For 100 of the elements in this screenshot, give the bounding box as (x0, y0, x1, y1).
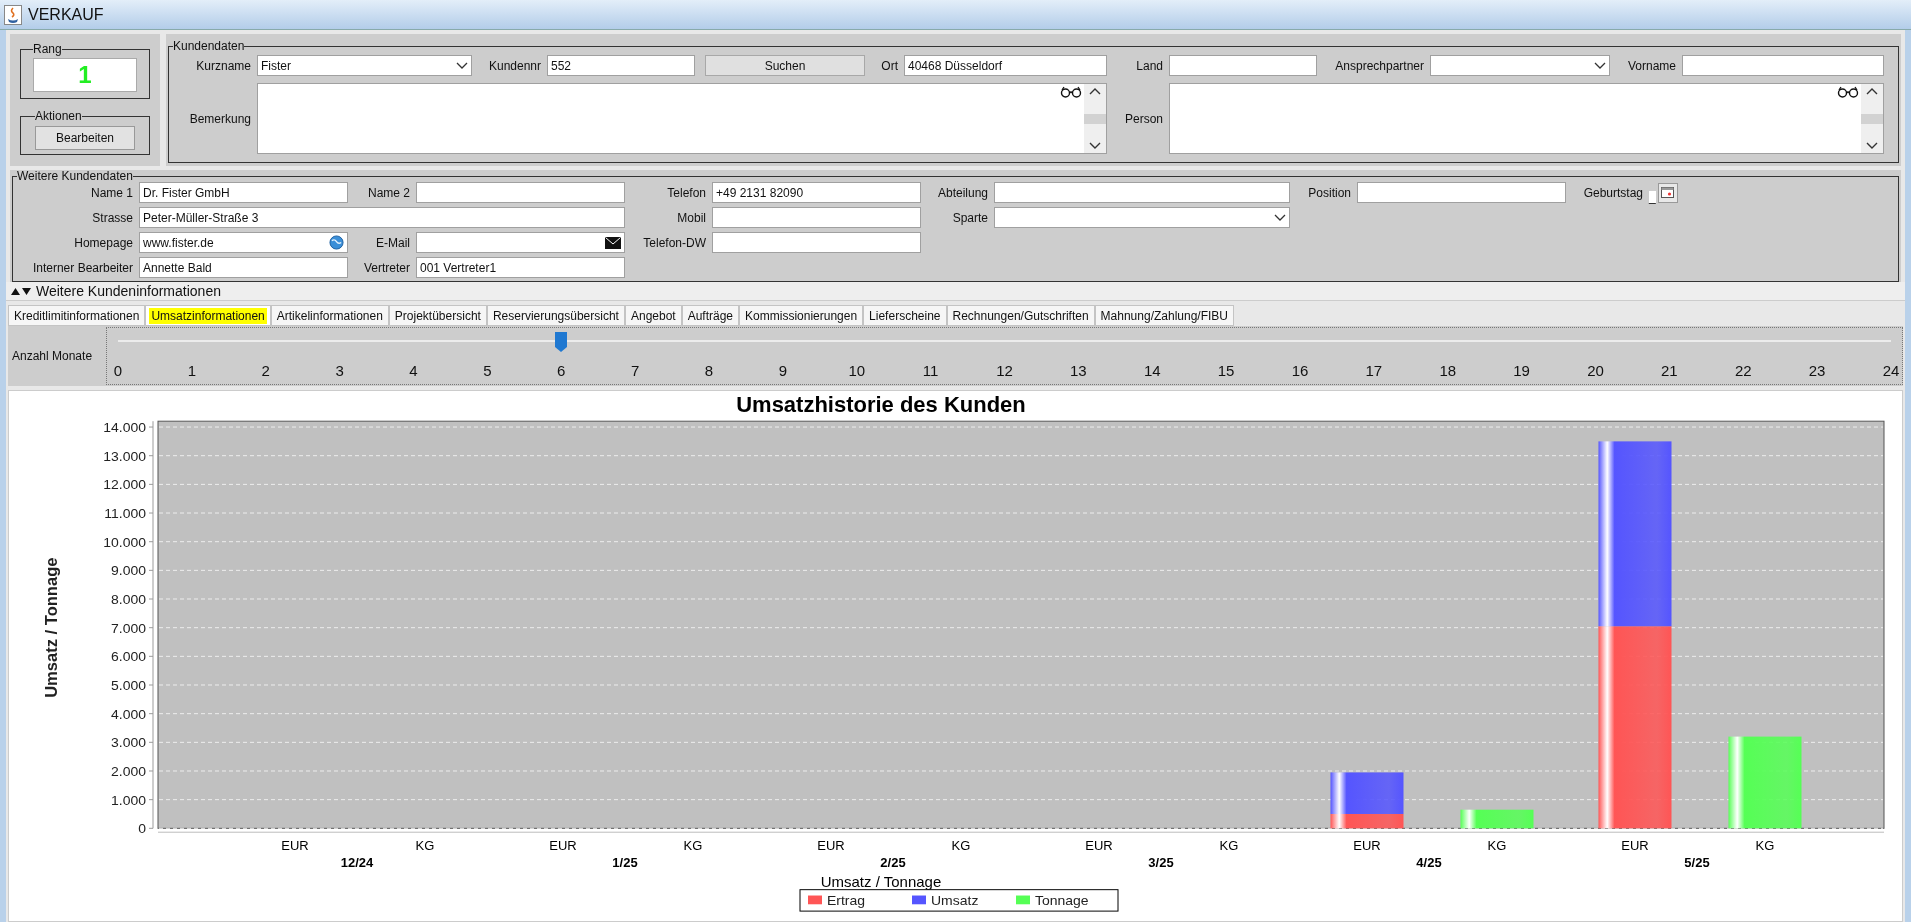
window-title: VERKAUF (28, 4, 104, 25)
scrollbar[interactable] (1861, 84, 1883, 153)
text-field[interactable] (712, 207, 921, 228)
text-field[interactable]: 001 Vertreter1 (416, 257, 625, 278)
group-label: 1/25 (612, 855, 638, 871)
text-field[interactable] (416, 182, 625, 203)
field-label: Kurzname (196, 57, 251, 75)
chevron-down-icon (1594, 61, 1606, 70)
rank-value: 1 (33, 58, 137, 92)
slider-tick-label: 10 (847, 360, 867, 381)
month-slider[interactable]: 0 1 2 3 4 5 6 7 8 9 10 11 12 13 14 15 16 17 18 19 20 21 22 23 24 (106, 327, 1903, 385)
group-title: Weitere Kundendaten (17, 170, 133, 182)
y-tick-label: 11.000 (104, 505, 146, 521)
text-field[interactable] (712, 232, 921, 253)
y-tick-label: 6.000 (111, 648, 146, 665)
section-toggle[interactable]: Weitere Kundeninformationen (6, 282, 1905, 301)
tab[interactable]: Umsatzinformationen (145, 305, 271, 326)
url-field[interactable]: www.fister.de (139, 232, 348, 253)
slider-tick-label: 8 (703, 360, 715, 381)
text-area[interactable] (257, 83, 1107, 154)
scrollbar-thumb[interactable] (1861, 113, 1883, 124)
chevron-down-icon (1089, 142, 1101, 150)
slider-tick-label: 17 (1364, 360, 1384, 381)
tab[interactable]: Lieferscheine (863, 305, 947, 326)
x-tick-label: KG (1755, 837, 1775, 853)
slider-tick-label: 20 (1586, 360, 1605, 381)
text-field[interactable] (1357, 182, 1566, 203)
chevron-up-icon (1089, 87, 1101, 95)
slider-tick-label: 2 (260, 360, 271, 381)
y-tick-label: 8.000 (111, 591, 146, 607)
chevron-up-icon (1866, 87, 1878, 95)
field-label: Sparte (952, 209, 988, 227)
group-title: Rang (33, 41, 62, 58)
text-field[interactable]: Peter-Müller-Straße 3 (139, 207, 625, 228)
group-title: Kundendaten (173, 38, 245, 55)
y-tick-label: 7.000 (111, 619, 146, 636)
edit-button[interactable]: Bearbeiten (35, 126, 135, 150)
text-field[interactable]: Dr. Fister GmbH (139, 182, 348, 203)
field-label: Homepage (74, 234, 133, 252)
calendar-button[interactable] (1657, 182, 1678, 203)
field-label: Ort (881, 57, 898, 75)
tab[interactable]: Angebot (624, 305, 682, 326)
field-label: Person (1124, 110, 1163, 128)
slider-tick-label: 5 (482, 360, 493, 381)
text-field[interactable] (1682, 55, 1884, 76)
text-field[interactable]: Annette Bald (139, 257, 348, 278)
field-label: E-Mail (376, 234, 410, 252)
legend-label: Umsatz (931, 892, 979, 909)
chevron-down-icon (1274, 213, 1286, 222)
slider-tick-label: 16 (1290, 360, 1310, 381)
text-area[interactable] (1169, 83, 1884, 154)
text-field[interactable]: +49 2131 82090 (712, 182, 921, 203)
x-tick-label: EUR (281, 837, 309, 853)
group-label: 3/25 (1148, 855, 1174, 871)
tab[interactable]: Aufträge (681, 305, 740, 326)
y-tick-label: 12.000 (103, 476, 146, 493)
y-tick-label: 10.000 (103, 533, 146, 550)
y-tick-label: 3.000 (111, 734, 146, 751)
text-field[interactable]: 552 (547, 55, 695, 76)
date-value: _ (1649, 190, 1656, 203)
slider-tick-label: 13 (1069, 360, 1088, 381)
dropdown-field[interactable] (994, 207, 1290, 228)
dropdown-field[interactable]: Fister (257, 55, 472, 76)
scrollbar-thumb[interactable] (1084, 113, 1106, 124)
legend-label: Tonnage (1035, 892, 1089, 909)
chevron-down-icon (456, 61, 468, 70)
tab[interactable]: Artikelinformationen (270, 305, 389, 326)
search-button[interactable]: Suchen (705, 55, 865, 76)
glasses-icon (1837, 86, 1859, 98)
text-field[interactable] (1169, 55, 1317, 76)
email-field[interactable] (416, 232, 625, 253)
y-tick-label: 2.000 (111, 763, 146, 779)
field-label: Ansprechpartner (1335, 57, 1424, 75)
x-tick-label: EUR (1085, 837, 1113, 853)
field-label: Telefon-DW (643, 234, 706, 252)
tab[interactable]: Kommissionierungen (739, 305, 864, 326)
tab[interactable]: Rechnungen/Gutschriften (946, 305, 1095, 326)
y-tick-label: 14.000 (103, 419, 146, 435)
slider-tick-label: 7 (629, 360, 641, 381)
legend-label: Ertrag (827, 892, 866, 909)
x-axis-title: Umsatz / Tonnage (820, 873, 942, 890)
field-label: Abteilung (937, 184, 988, 202)
tab[interactable]: Mahnung/Zahlung/FIBU (1094, 305, 1234, 326)
text-field[interactable]: 40468 Düsseldorf (904, 55, 1107, 76)
app-icon (4, 4, 22, 25)
slider-tick-label: 3 (334, 360, 345, 381)
tab[interactable]: Kreditlimitinformationen (8, 305, 146, 326)
slider-tick-label: 15 (1216, 360, 1236, 381)
scrollbar[interactable] (1084, 84, 1106, 153)
field-label: Mobil (677, 209, 706, 227)
dropdown-field[interactable] (1430, 55, 1610, 76)
field-label: Land (1136, 57, 1163, 75)
field-label: Name 1 (90, 184, 133, 202)
calendar-icon (1661, 187, 1675, 198)
text-field[interactable] (994, 182, 1290, 203)
y-axis-title: Umsatz / Tonnage (41, 557, 62, 698)
slider-thumb[interactable] (554, 331, 569, 353)
glasses-icon (1060, 86, 1082, 98)
tab[interactable]: Projektübersicht (388, 305, 487, 326)
tab[interactable]: Reservierungsübersicht (486, 305, 625, 326)
